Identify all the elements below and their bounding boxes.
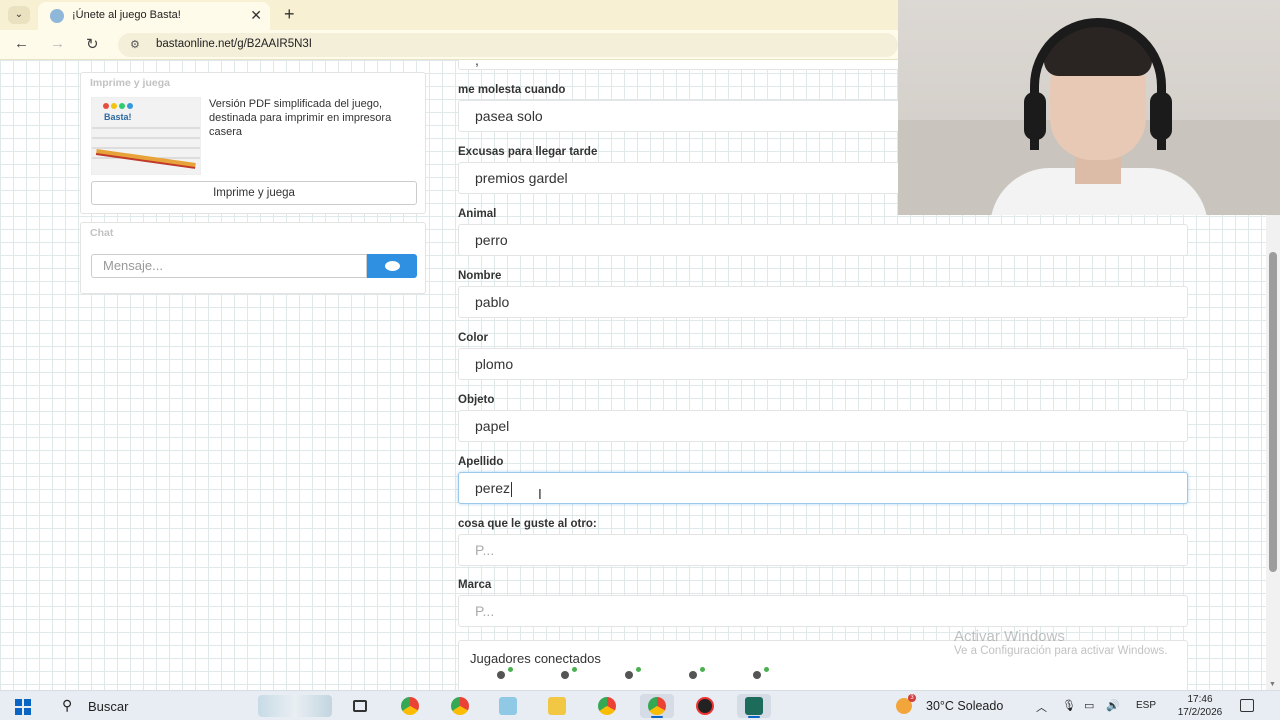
chrome-icon[interactable] xyxy=(393,694,427,718)
connected-players-title: Jugadores conectados xyxy=(470,651,601,666)
forward-arrow-icon[interactable]: → xyxy=(50,35,65,52)
back-arrow-icon[interactable]: ← xyxy=(14,35,29,52)
clock-time: 17:46 xyxy=(1187,694,1213,705)
scroll-down-arrow-icon[interactable]: ▼ xyxy=(1269,681,1276,688)
taskbar-search-box[interactable]: ⚲ Buscar xyxy=(50,691,340,720)
field-input-apellido-value: perez xyxy=(475,480,511,496)
online-status-dot xyxy=(572,667,577,672)
field-input-marca[interactable]: P... xyxy=(458,595,1188,627)
pdf-thumbnail-image: Basta! xyxy=(91,97,201,175)
headset-icon xyxy=(1030,18,1166,150)
chat-panel-title: Chat xyxy=(90,227,114,239)
field-input-color[interactable]: plomo xyxy=(458,348,1188,380)
reload-icon[interactable]: ↻ xyxy=(86,35,99,53)
task-view-icon[interactable] xyxy=(343,694,377,718)
language-indicator[interactable]: ESP xyxy=(1136,700,1156,711)
chrome-active-icon[interactable] xyxy=(640,694,674,718)
field-input-animal[interactable]: perro xyxy=(458,224,1188,256)
taskbar-search-label: Buscar xyxy=(88,699,129,714)
field-label-nombre: Nombre xyxy=(458,270,502,282)
online-status-dot xyxy=(764,667,769,672)
player-avatar-icon[interactable] xyxy=(557,667,577,685)
wifi-icon[interactable]: ▭ xyxy=(1084,699,1094,712)
clock-date: 17/2/2026 xyxy=(1177,707,1223,718)
field-input-nombre[interactable]: pablo xyxy=(458,286,1188,318)
player-avatar-icon[interactable] xyxy=(749,667,769,685)
scrollbar-thumb[interactable] xyxy=(1269,252,1277,572)
field-input-cosa-que-le-guste[interactable]: P... xyxy=(458,534,1188,566)
tab-title: ¡Únete al juego Basta! xyxy=(72,9,181,21)
recorder-app-icon[interactable] xyxy=(688,694,722,718)
windows-start-icon[interactable] xyxy=(15,699,31,715)
chat-message-input[interactable]: Mensaje... xyxy=(91,254,367,278)
webcam-overlay xyxy=(898,0,1280,215)
site-favicon-icon xyxy=(50,9,64,23)
print-panel-title: Imprime y juega xyxy=(90,77,170,89)
site-info-icon[interactable]: ⚙ xyxy=(130,38,140,51)
search-icon: ⚲ xyxy=(62,697,73,713)
weather-text[interactable]: 30°C Soleado xyxy=(926,699,1003,713)
field-input-objeto[interactable]: papel xyxy=(458,410,1188,442)
chat-bubble-icon xyxy=(385,261,400,271)
notification-icon[interactable] xyxy=(1240,699,1254,712)
field-input-apellido[interactable]: perez xyxy=(458,472,1188,504)
chrome-profile-icon[interactable] xyxy=(443,694,477,718)
print-panel-description: Versión PDF simplificada del juego, dest… xyxy=(209,98,392,138)
search-highlight-image xyxy=(258,695,332,717)
field-label-apellido: Apellido xyxy=(458,456,504,468)
online-status-dot xyxy=(508,667,513,672)
microphone-icon[interactable]: 🎙 xyxy=(1062,699,1076,712)
player-avatar-icon[interactable] xyxy=(621,667,641,685)
online-status-dot xyxy=(636,667,641,672)
player-avatar-icon[interactable] xyxy=(493,667,513,685)
tab-search-menu-button[interactable]: ⌄ xyxy=(8,6,30,24)
field-label-color: Color xyxy=(458,332,489,344)
print-and-play-button[interactable]: Imprime y juega xyxy=(91,181,417,205)
new-tab-button[interactable]: + xyxy=(284,4,295,25)
print-panel: Imprime y juega Basta! Versión PDF simpl… xyxy=(80,72,426,214)
tray-chevron-up-icon[interactable]: ︿ xyxy=(1036,699,1047,715)
activate-windows-title: Activar Windows xyxy=(954,628,1065,645)
field-label-excusas: Excusas para llegar tarde xyxy=(458,146,598,158)
taskbar-clock[interactable]: 17:46 17/2/2026 xyxy=(1170,693,1230,719)
weather-badge: 3 xyxy=(908,694,916,702)
close-tab-icon[interactable]: ✕ xyxy=(250,7,262,24)
chat-send-button[interactable] xyxy=(367,254,417,278)
ibeam-cursor-icon: I xyxy=(538,488,542,503)
notes-app-icon[interactable] xyxy=(491,694,525,718)
chat-panel: Chat Mensaje... xyxy=(80,222,426,294)
online-status-dot xyxy=(700,667,705,672)
browser-tab[interactable]: ¡Únete al juego Basta! ✕ xyxy=(38,2,270,30)
windows-taskbar: ⚲ Buscar 3 30°C Soleado ︿ 🎙 ▭ 🔊 ESP 17:4… xyxy=(0,690,1280,720)
field-label-marca: Marca xyxy=(458,579,492,591)
url-bar[interactable]: ⚙ bastaonline.net/g/B2AAIR5N3I xyxy=(118,33,898,57)
url-text: bastaonline.net/g/B2AAIR5N3I xyxy=(156,38,312,50)
thumbnail-logo-text: Basta! xyxy=(104,112,132,122)
file-explorer-icon[interactable] xyxy=(540,694,574,718)
field-label-cosa-que-le-guste: cosa que le guste al otro: xyxy=(458,518,597,530)
page-scrollbar[interactable]: ▲ ▼ xyxy=(1266,170,1280,690)
partial-field-value: , xyxy=(475,60,479,68)
volume-icon[interactable]: 🔊 xyxy=(1106,699,1120,712)
chrome-icon-2[interactable] xyxy=(590,694,624,718)
field-label-me-molesta: me molesta cuando xyxy=(458,84,566,96)
activate-windows-subtitle: Ve a Configuración para activar Windows. xyxy=(954,645,1168,657)
player-avatar-icon[interactable] xyxy=(685,667,705,685)
text-caret xyxy=(511,481,513,497)
terminal-app-icon[interactable] xyxy=(737,694,771,718)
field-label-animal: Animal xyxy=(458,208,497,220)
field-label-objeto: Objeto xyxy=(458,394,495,406)
